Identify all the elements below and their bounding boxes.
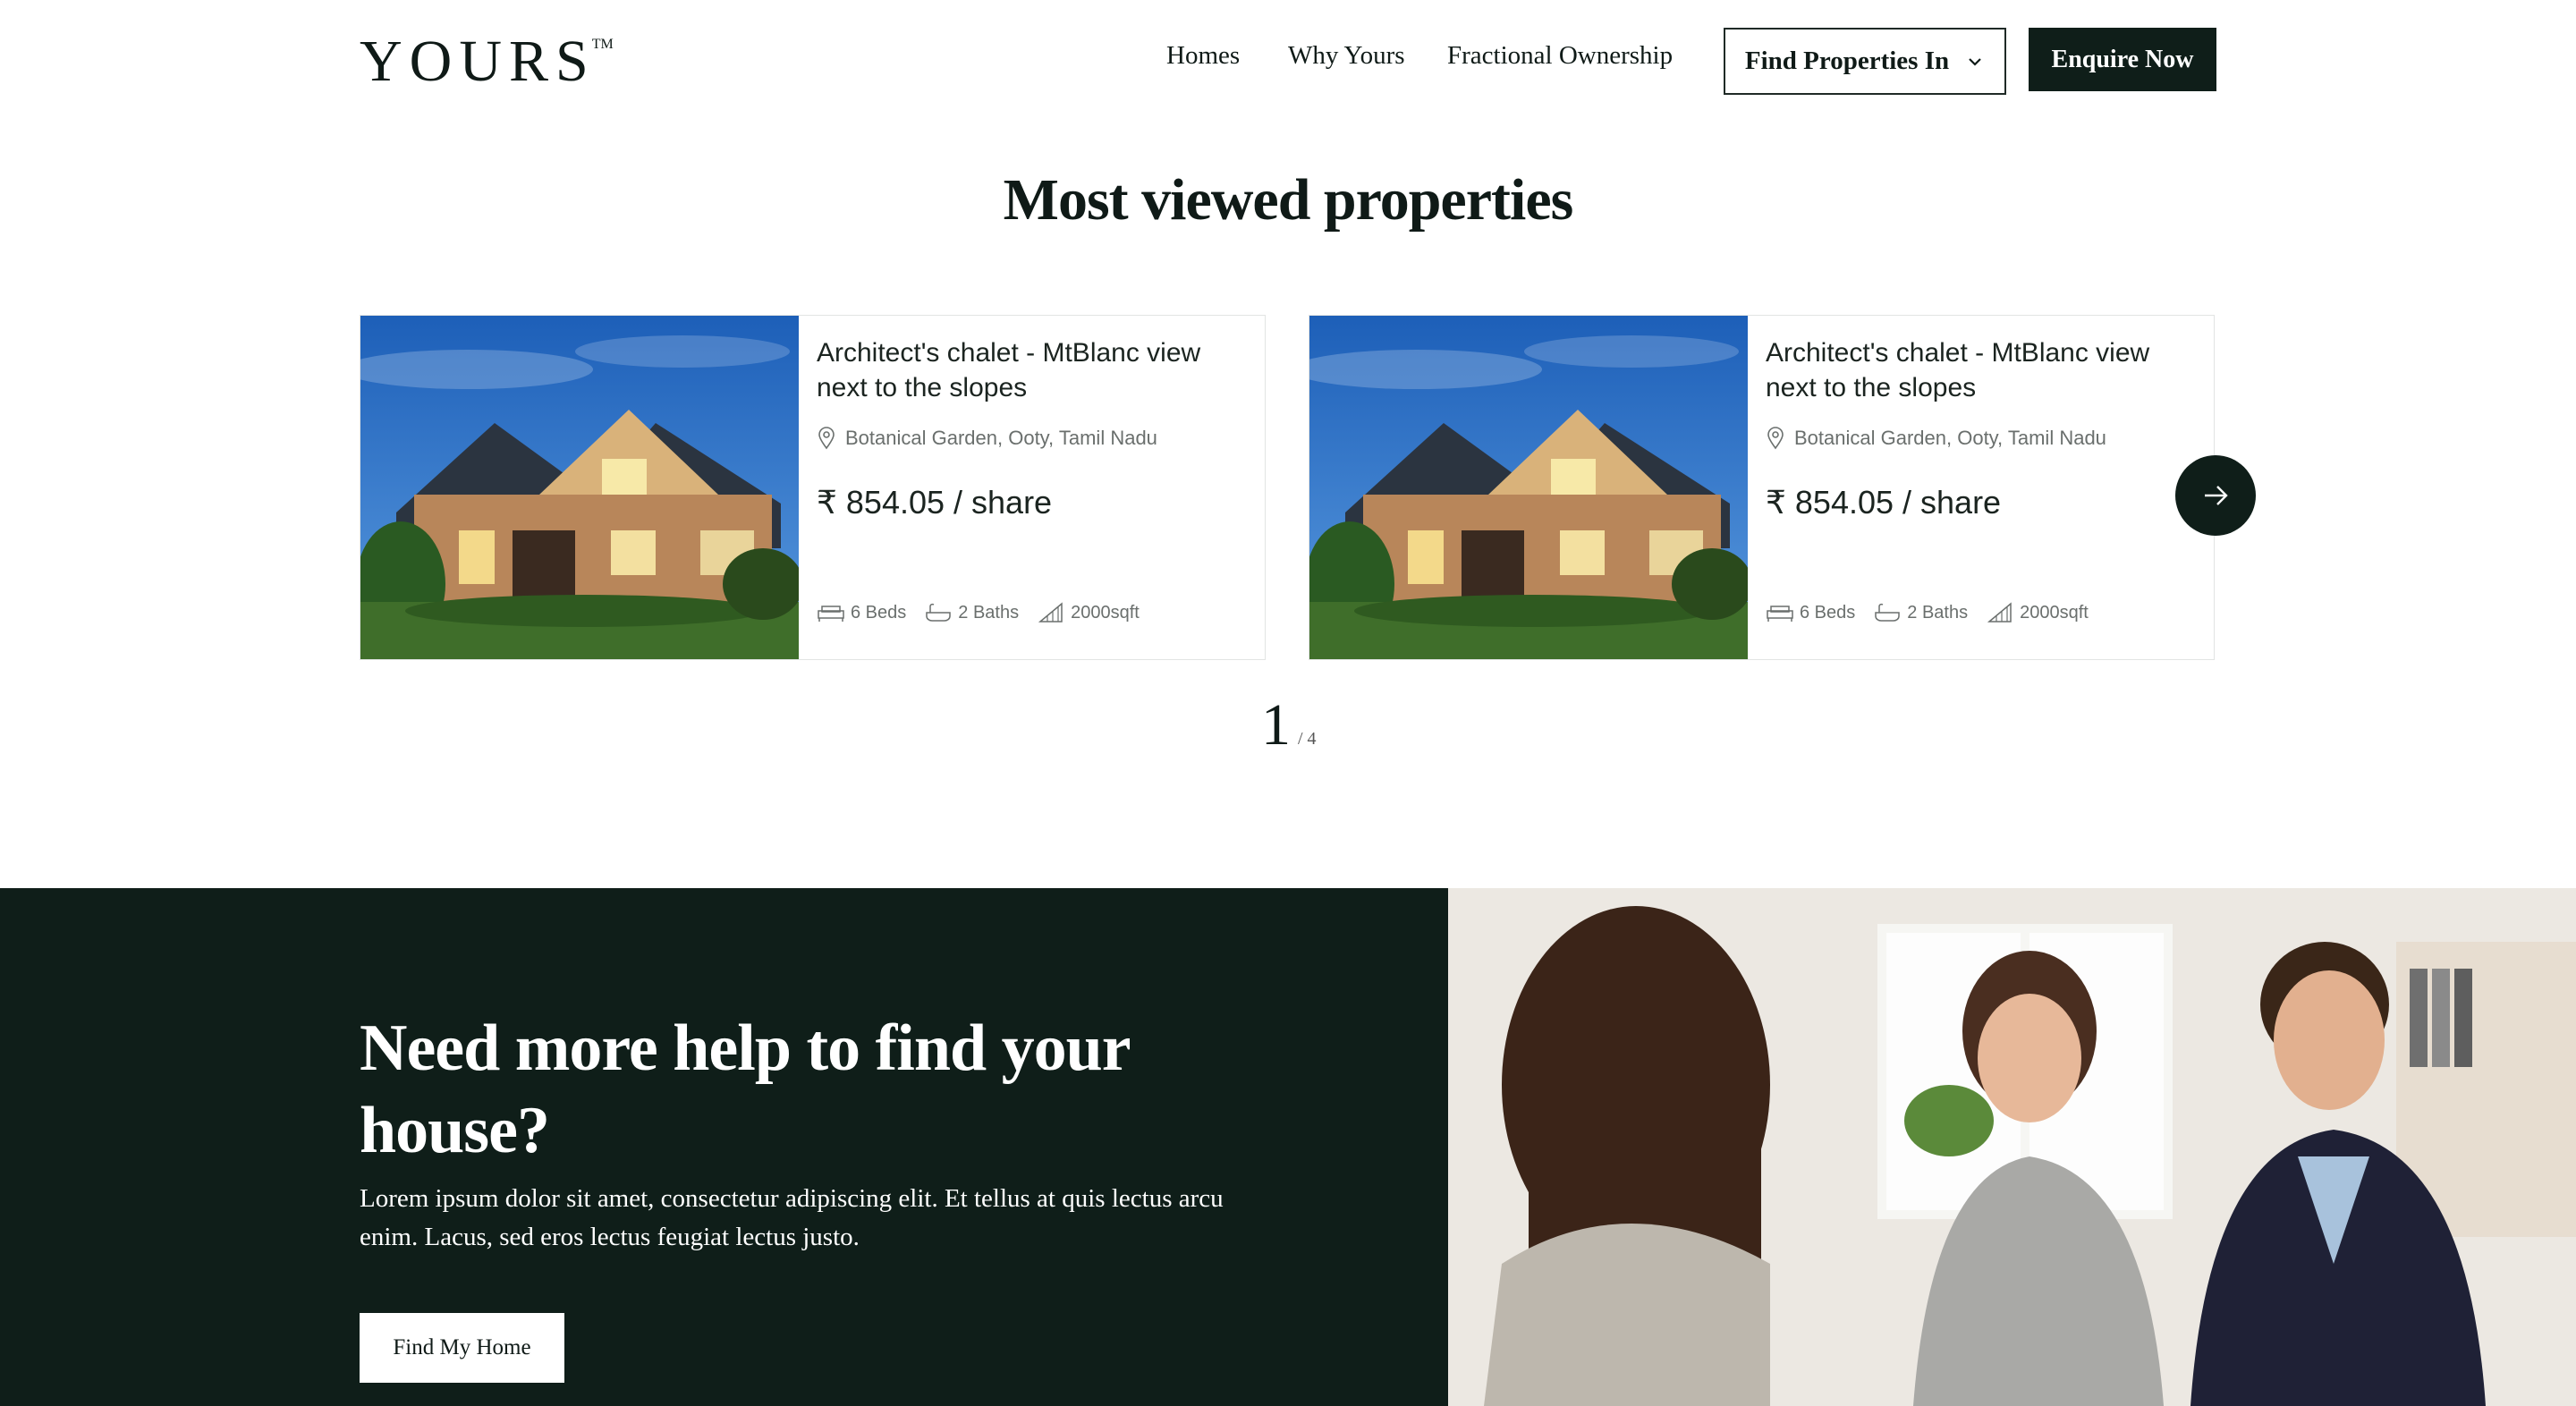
baths-feature: 2 Baths — [924, 602, 1019, 623]
logo-text: YOURS — [360, 29, 596, 94]
carousel-next-button[interactable] — [2175, 455, 2256, 536]
property-title[interactable]: Architect's chalet - MtBlanc view next t… — [817, 335, 1247, 405]
arrow-right-icon — [2205, 486, 2228, 505]
property-location: Botanical Garden, Ooty, Tamil Nadu — [817, 427, 1247, 450]
site-header: YOURSTM Homes Why Yours Fractional Owner… — [0, 0, 2576, 125]
baths-text: 2 Baths — [958, 602, 1020, 623]
area-text: 2000sqft — [1071, 602, 1140, 623]
consultation-photo — [1448, 888, 2576, 1406]
bed-icon — [1767, 606, 1793, 622]
help-text: Lorem ipsum dolor sit amet, consectetur … — [360, 1184, 1224, 1251]
nav-why-yours[interactable]: Why Yours — [1288, 41, 1405, 71]
find-my-home-button[interactable]: Find My Home — [360, 1313, 564, 1383]
baths-feature: 2 Baths — [1873, 602, 1968, 623]
carousel-pager: 1 / 4 — [1261, 696, 1317, 755]
area-feature: 2000sqft — [1986, 602, 2089, 623]
property-image — [360, 316, 799, 659]
property-features: 6 Beds 2 Baths 2000sqft — [817, 602, 1140, 623]
beds-text: 6 Beds — [851, 602, 907, 623]
find-properties-label: Find Properties In — [1744, 47, 1950, 75]
property-card[interactable]: Architect's chalet - MtBlanc view next t… — [1309, 315, 2215, 660]
area-text: 2000sqft — [2020, 602, 2089, 623]
property-price: ₹ 854.05 / share — [1766, 484, 2002, 521]
property-image — [1309, 316, 1748, 659]
logo-trademark: TM — [591, 37, 614, 52]
location-pin-icon — [1767, 427, 1784, 450]
location-text: Botanical Garden, Ooty, Tamil Nadu — [845, 427, 1157, 449]
help-panel: Need more help to find your house? Lorem… — [0, 888, 1448, 1406]
location-pin-icon — [818, 427, 835, 450]
bed-icon — [818, 606, 844, 622]
bathtub-icon — [1875, 603, 1901, 622]
enquire-now-button[interactable]: Enquire Now — [2029, 28, 2216, 91]
beds-feature: 6 Beds — [1766, 602, 1855, 623]
beds-text: 6 Beds — [1800, 602, 1856, 623]
property-location: Botanical Garden, Ooty, Tamil Nadu — [1766, 427, 2196, 450]
nav-homes[interactable]: Homes — [1166, 41, 1240, 71]
help-title: Need more help to find your house? — [360, 1012, 1130, 1167]
chevron-down-icon — [1969, 57, 1981, 66]
find-properties-dropdown[interactable]: Find Properties In — [1724, 28, 2006, 95]
nav-fractional-ownership[interactable]: Fractional Ownership — [1447, 41, 1673, 71]
logo[interactable]: YOURSTM — [360, 32, 617, 91]
property-price: ₹ 854.05 / share — [817, 484, 1053, 521]
area-icon — [1987, 602, 2012, 623]
property-card[interactable]: Architect's chalet - MtBlanc view next t… — [360, 315, 1266, 660]
baths-text: 2 Baths — [1907, 602, 1969, 623]
location-text: Botanical Garden, Ooty, Tamil Nadu — [1794, 427, 2106, 449]
area-feature: 2000sqft — [1037, 602, 1140, 623]
pager-total: / 4 — [1298, 729, 1317, 749]
pager-current: 1 — [1261, 692, 1291, 758]
bathtub-icon — [926, 603, 952, 622]
property-title[interactable]: Architect's chalet - MtBlanc view next t… — [1766, 335, 2196, 405]
help-section: Need more help to find your house? Lorem… — [0, 888, 2576, 1406]
property-features: 6 Beds 2 Baths 2000sqft — [1766, 602, 2089, 623]
section-title: Most viewed properties — [1003, 167, 1574, 233]
area-icon — [1038, 602, 1063, 623]
beds-feature: 6 Beds — [817, 602, 906, 623]
